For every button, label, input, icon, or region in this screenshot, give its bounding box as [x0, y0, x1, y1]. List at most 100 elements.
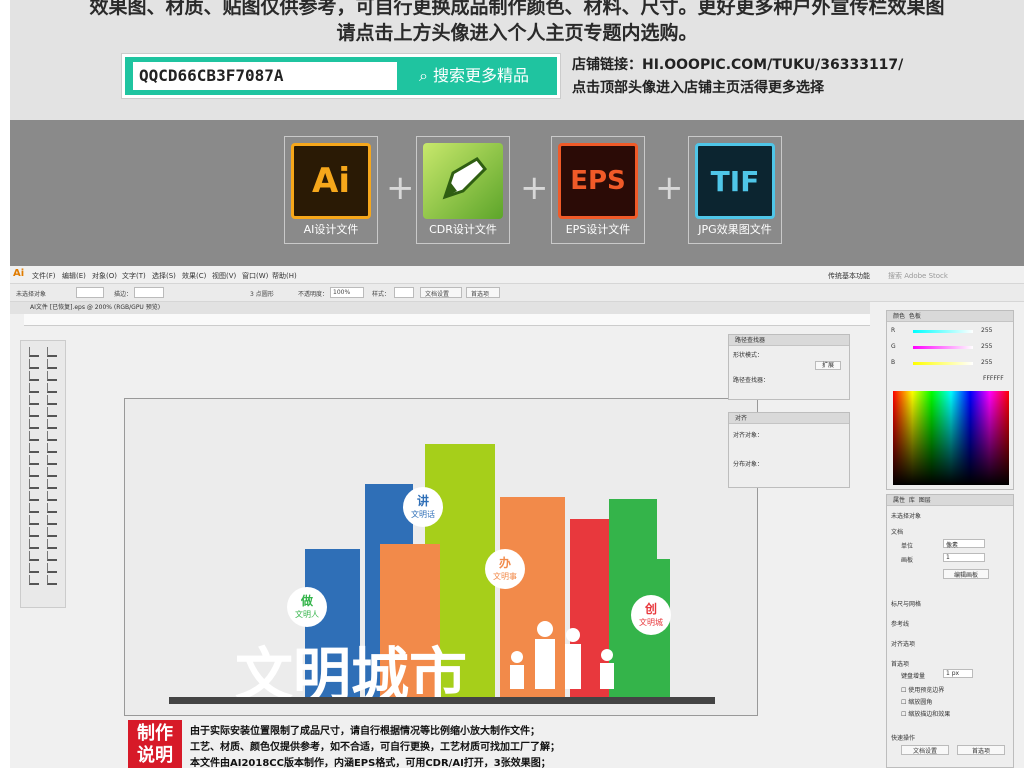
tool-button[interactable] — [47, 419, 57, 429]
color-spectrum[interactable] — [893, 391, 1009, 485]
tab-swatches[interactable]: 色板 — [909, 313, 921, 320]
tool-button[interactable] — [29, 407, 39, 417]
tool-button[interactable] — [29, 503, 39, 513]
tool-button[interactable] — [47, 575, 57, 585]
tool-button[interactable] — [47, 551, 57, 561]
tool-button[interactable] — [29, 431, 39, 441]
checkbox-scale-strokes[interactable]: ☐ 缩放描边和效果 — [901, 709, 950, 718]
shape-modes-label: 形状模式： — [733, 352, 764, 359]
properties-panel: 属性 库 图层 未选择对象 文档 单位 像素 画板 1 编辑画板 标尺与网格 参… — [886, 494, 1014, 768]
tool-button[interactable] — [29, 575, 39, 585]
tool-button[interactable] — [29, 419, 39, 429]
stock-search-input[interactable]: 搜索 Adobe Stock — [888, 271, 948, 281]
hex-value[interactable]: FFFFFF — [983, 375, 1004, 382]
menu-type[interactable]: 文字(T) — [122, 271, 146, 281]
tab-libraries[interactable]: 库 — [909, 497, 915, 504]
menu-view[interactable]: 视图(V) — [212, 271, 236, 281]
document-setup-button[interactable]: 文档设置 — [420, 287, 462, 298]
workspace-switcher[interactable]: 传统基本功能 — [828, 271, 870, 281]
menu-effect[interactable]: 效果(C) — [182, 271, 206, 281]
opacity-field[interactable]: 100% — [330, 287, 364, 298]
checkbox-scale-corners[interactable]: ☐ 缩放圆角 — [901, 697, 932, 706]
brush-select[interactable]: 3 点圆形 — [250, 289, 274, 298]
tool-button[interactable] — [47, 407, 57, 417]
edit-artboard-button[interactable]: 编辑画板 — [943, 569, 989, 579]
tool-button[interactable] — [29, 563, 39, 573]
badge-big: 办 — [499, 555, 511, 570]
tool-button[interactable] — [47, 443, 57, 453]
artboard[interactable]: 讲 文明话 办 文明事 做 文明人 创 文明城 文明城市 — [124, 398, 758, 716]
expand-button[interactable]: 扩展 — [815, 361, 841, 370]
fill-swatch[interactable] — [76, 287, 104, 298]
tab-color[interactable]: 颜色 — [893, 313, 905, 320]
tab-properties[interactable]: 属性 — [893, 497, 905, 504]
tool-button[interactable] — [29, 371, 39, 381]
preferences-button[interactable]: 首选项 — [466, 287, 500, 298]
stroke-weight-field[interactable] — [134, 287, 164, 298]
tool-button[interactable] — [47, 395, 57, 405]
align-objects-label: 对齐对象： — [733, 432, 764, 439]
tool-button[interactable] — [47, 371, 57, 381]
prefs-button[interactable]: 首选项 — [957, 745, 1005, 755]
tool-button[interactable] — [29, 491, 39, 501]
tool-button[interactable] — [29, 467, 39, 477]
search-box[interactable]: QQCD66CB3F7087A ⌕ 搜索更多精品 — [122, 54, 560, 98]
tool-button[interactable] — [47, 527, 57, 537]
menu-object[interactable]: 对象(O) — [92, 271, 117, 281]
channel-g-value[interactable]: 255 — [981, 343, 992, 350]
tool-button[interactable] — [47, 515, 57, 525]
tool-button[interactable] — [47, 359, 57, 369]
tool-button[interactable] — [47, 347, 57, 357]
tab-layers[interactable]: 图层 — [919, 497, 931, 504]
tool-button[interactable] — [29, 539, 39, 549]
tool-button[interactable] — [47, 491, 57, 501]
tool-button[interactable] — [47, 503, 57, 513]
menu-file[interactable]: 文件(F) — [32, 271, 56, 281]
selection-status: 未选择对象 — [16, 291, 47, 298]
search-code-field[interactable]: QQCD66CB3F7087A — [133, 62, 397, 90]
tool-button[interactable] — [47, 455, 57, 465]
tool-button[interactable] — [47, 467, 57, 477]
file-formats-band: Ai AI设计文件 + CDR设计文件 + EPS EPS设计文件 + TIF … — [10, 120, 1024, 266]
distribute-objects-label: 分布对象： — [733, 461, 764, 468]
no-selection-label: 未选择对象 — [891, 513, 922, 520]
menu-edit[interactable]: 编辑(E) — [62, 271, 86, 281]
shop-link[interactable]: 店铺链接：HI.OOOPIC.COM/TUKU/36333117/ — [572, 54, 903, 74]
doc-setup-button[interactable]: 文档设置 — [901, 745, 949, 755]
channel-b-value[interactable]: 255 — [981, 359, 992, 366]
search-more-button[interactable]: ⌕ 搜索更多精品 — [399, 62, 549, 90]
document-tab[interactable]: AI文件 [已恢复].eps @ 200% (RGB/GPU 预览) — [10, 302, 870, 314]
tool-button[interactable] — [29, 551, 39, 561]
tool-button[interactable] — [29, 383, 39, 393]
channel-r-value[interactable]: 255 — [981, 327, 992, 334]
menu-window[interactable]: 窗口(W) — [242, 271, 268, 281]
stroke-label: 描边： — [114, 291, 133, 298]
badge-small: 文明话 — [411, 509, 435, 519]
tool-button[interactable] — [29, 455, 39, 465]
tool-button[interactable] — [29, 359, 39, 369]
tool-button[interactable] — [47, 383, 57, 393]
tool-button[interactable] — [29, 479, 39, 489]
document-label: 文档 — [891, 529, 904, 536]
tool-button[interactable] — [47, 479, 57, 489]
tool-button[interactable] — [29, 527, 39, 537]
tool-button[interactable] — [29, 515, 39, 525]
tool-button[interactable] — [47, 563, 57, 573]
channel-b-label: B — [891, 359, 896, 366]
g-slider[interactable] — [913, 346, 973, 349]
unit-select[interactable]: 像素 — [943, 539, 985, 549]
menu-help[interactable]: 帮助(H) — [272, 271, 297, 281]
r-slider[interactable] — [913, 330, 973, 333]
tool-button[interactable] — [29, 395, 39, 405]
tool-button[interactable] — [29, 347, 39, 357]
b-slider[interactable] — [913, 362, 973, 365]
keyboard-increment-field[interactable]: 1 px — [943, 669, 973, 678]
menu-select[interactable]: 选择(S) — [152, 271, 176, 281]
tool-button[interactable] — [29, 443, 39, 453]
building-orange-right — [500, 497, 565, 699]
tool-button[interactable] — [47, 431, 57, 441]
artboard-select[interactable]: 1 — [943, 553, 985, 562]
checkbox-preview-bounds[interactable]: ☐ 使用预览边界 — [901, 685, 944, 694]
style-picker[interactable] — [394, 287, 414, 298]
tool-button[interactable] — [47, 539, 57, 549]
